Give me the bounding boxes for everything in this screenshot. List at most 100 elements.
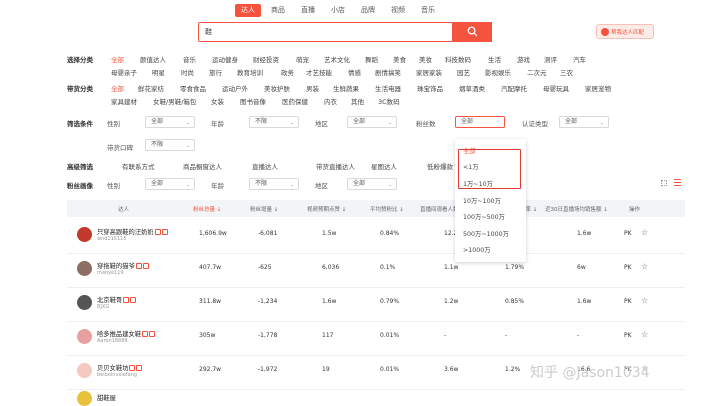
category-chip[interactable]: 旅行 (209, 67, 222, 77)
category-chip[interactable]: 全部 (111, 83, 124, 93)
tab-music[interactable]: 音乐 (415, 4, 441, 17)
star-icon[interactable]: ☆ (641, 262, 648, 271)
grid-view-icon[interactable] (661, 180, 667, 186)
category-chip[interactable]: 女鞋/男鞋/箱包 (153, 96, 196, 106)
category-chip[interactable]: 测评 (544, 54, 557, 64)
category-chip[interactable]: 影视娱乐 (485, 67, 511, 77)
star-icon[interactable]: ☆ (641, 228, 648, 237)
fans-option-gt10m[interactable]: >1000万 (463, 245, 491, 254)
category-chip[interactable]: 家居宠物 (585, 83, 611, 93)
category-chip[interactable]: 生鲜蔬果 (333, 83, 359, 93)
fp-region-select[interactable]: 全部 ⌄ (347, 178, 397, 190)
talent-name[interactable]: 只穿高跟鞋的汪奶奶 (97, 227, 168, 236)
category-chip[interactable]: 3C数码 (378, 96, 400, 106)
adv-live-sales[interactable]: 带货直播达人 (316, 161, 355, 171)
category-chip[interactable]: 医药保健 (282, 96, 308, 106)
category-chip[interactable]: 三农 (560, 67, 573, 77)
fans-option-1m-5m[interactable]: 100万~500万 (463, 212, 505, 221)
table-row[interactable] (67, 288, 685, 322)
pk-button[interactable]: PK (624, 332, 632, 339)
category-chip[interactable]: 艺术文化 (324, 54, 350, 64)
category-chip[interactable]: 政务 (281, 67, 294, 77)
talent-name[interactable]: 穿拖鞋的猫爷 (97, 261, 149, 270)
tab-talent[interactable]: 达人 (235, 4, 261, 17)
fp-gender-select[interactable]: 全部 ⌄ (145, 178, 195, 190)
table-row[interactable] (67, 254, 685, 288)
avatar[interactable] (77, 363, 92, 378)
list-view-icon[interactable] (674, 179, 681, 186)
match-help-button[interactable]: 帮我达人匹配 (596, 24, 654, 39)
category-chip[interactable]: 母婴亲子 (111, 67, 137, 77)
category-chip[interactable]: 零食食品 (180, 83, 206, 93)
pk-button[interactable]: PK (624, 230, 632, 237)
th-likes[interactable]: 视频预期点赞 ↓ (307, 205, 346, 213)
adv-live[interactable]: 直播达人 (252, 161, 278, 171)
category-chip[interactable]: 萌宠 (296, 54, 309, 64)
pk-button[interactable]: PK (624, 298, 632, 305)
tab-shop[interactable]: 小店 (325, 4, 351, 17)
pk-button[interactable]: PK (624, 264, 632, 271)
category-chip[interactable]: 鲜花家纺 (138, 83, 164, 93)
talent-name[interactable]: 甜鞋屋 (97, 393, 116, 402)
category-chip[interactable]: 母婴玩具 (543, 83, 569, 93)
table-row[interactable] (67, 322, 685, 356)
talent-name[interactable]: 北京鞋哥 (97, 295, 137, 304)
th-fans[interactable]: 粉丝总量 ↓ (193, 205, 221, 213)
category-chip[interactable]: 科技数码 (445, 54, 471, 64)
adv-lowfans[interactable]: 低粉爆款 (427, 161, 453, 171)
tab-brand[interactable]: 品牌 (355, 4, 381, 17)
category-chip[interactable]: 美妆 (419, 54, 432, 64)
fans-select[interactable]: 全部 ⌃ (455, 116, 505, 128)
category-chip[interactable]: 美妆护肤 (264, 83, 290, 93)
category-chip[interactable]: 财经投资 (253, 54, 279, 64)
region-select[interactable]: 全部 ⌄ (347, 116, 397, 128)
fp-age-select[interactable]: 不限 ⌄ (249, 178, 299, 190)
reputation-select[interactable]: 不限 ⌄ (145, 139, 195, 151)
category-chip[interactable]: 其他 (351, 96, 364, 106)
th-ratio[interactable]: 平均赞粉比 ↓ (370, 205, 404, 213)
category-chip[interactable]: 美食 (393, 54, 406, 64)
avatar[interactable] (77, 329, 92, 344)
category-chip[interactable]: 情感 (348, 67, 361, 77)
category-chip[interactable]: 时尚 (181, 67, 194, 77)
category-chip[interactable]: 颜值达人 (140, 54, 166, 64)
tab-video[interactable]: 视频 (385, 4, 411, 17)
search-input[interactable]: 鞋 (198, 21, 492, 42)
category-chip[interactable]: 汽配摩托 (501, 83, 527, 93)
talent-name[interactable]: 哈多推品建女鞋 (97, 329, 156, 338)
category-chip[interactable]: 全部 (111, 54, 124, 64)
category-chip[interactable]: 教育培训 (237, 67, 263, 77)
age-select[interactable]: 不限 ⌄ (249, 116, 299, 128)
adv-xingtu[interactable]: 星图达人 (371, 161, 397, 171)
category-chip[interactable]: 运动健身 (212, 54, 238, 64)
fans-option-100k-1m[interactable]: 10万~100万 (463, 196, 501, 205)
adv-contact[interactable]: 有联系方式 (122, 161, 155, 171)
category-chip[interactable]: 汽车 (573, 54, 586, 64)
tab-live[interactable]: 直播 (295, 4, 321, 17)
auth-select[interactable]: 全部 ⌄ (559, 116, 609, 128)
tab-goods[interactable]: 商品 (265, 4, 291, 17)
category-chip[interactable]: 烟草酒类 (459, 83, 485, 93)
category-chip[interactable]: 家具建材 (111, 96, 137, 106)
category-chip[interactable]: 女装 (211, 96, 224, 106)
star-icon[interactable]: ☆ (641, 330, 648, 339)
th-increase[interactable]: 粉丝增量 ↓ (250, 205, 278, 213)
category-chip[interactable]: 游戏 (517, 54, 530, 64)
category-chip[interactable]: 运动户外 (222, 83, 248, 93)
avatar[interactable] (77, 261, 92, 276)
category-chip[interactable]: 家居家装 (416, 67, 442, 77)
gender-select[interactable]: 全部 ⌄ (145, 116, 195, 128)
category-chip[interactable]: 珠宝饰品 (417, 83, 443, 93)
fans-option-5m-10m[interactable]: 500万~1000万 (463, 229, 509, 238)
th-sales[interactable]: 近30日直播场均销售额 ↓ (545, 205, 608, 213)
adv-window[interactable]: 商品橱窗达人 (183, 161, 222, 171)
category-chip[interactable]: 二次元 (527, 67, 547, 77)
talent-name[interactable]: 贝贝女鞋坊 (97, 363, 143, 372)
star-icon[interactable]: ☆ (641, 296, 648, 305)
avatar[interactable] (77, 227, 92, 242)
category-chip[interactable]: 男装 (306, 83, 319, 93)
category-chip[interactable]: 园艺 (457, 67, 470, 77)
category-chip[interactable]: 剧情搞笑 (375, 67, 401, 77)
avatar[interactable] (77, 295, 92, 310)
category-chip[interactable]: 才艺技能 (306, 67, 332, 77)
